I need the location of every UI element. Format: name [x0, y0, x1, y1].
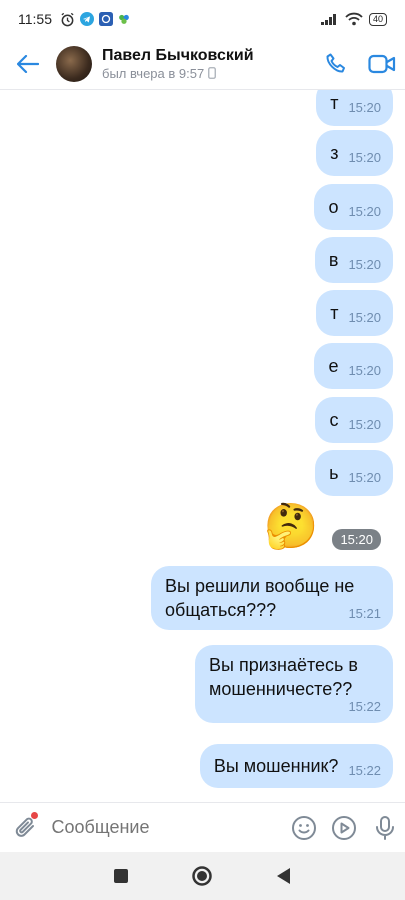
signal-icon	[320, 14, 336, 25]
message-text: Вы мошенник?	[213, 756, 339, 776]
home-button[interactable]	[182, 856, 222, 896]
message-bubble[interactable]: т 15:20	[316, 290, 393, 336]
triangle-back-icon	[277, 868, 291, 884]
message-list[interactable]: т 15:20 з 15:20 о 15:20 в 15:20 т 15:20 …	[0, 90, 405, 802]
play-circle-icon	[332, 815, 357, 840]
call-button[interactable]	[313, 38, 359, 90]
video-message-button[interactable]	[324, 803, 364, 853]
wifi-icon	[345, 12, 363, 26]
message-text: с	[329, 410, 339, 430]
message-text: т	[330, 303, 339, 323]
video-camera-icon	[368, 54, 396, 73]
status-bar: 11:55 40	[0, 0, 405, 38]
microphone-icon	[375, 815, 394, 840]
smile-icon	[291, 815, 316, 840]
message-bubble[interactable]: т 15:20	[316, 90, 393, 126]
system-nav-bar	[0, 852, 405, 900]
attach-button[interactable]	[0, 803, 52, 853]
message-bubble[interactable]: з 15:20	[316, 130, 393, 176]
message-time: 15:22	[348, 763, 381, 778]
last-seen-text: был вчера в 9:57	[102, 65, 205, 81]
app-icon	[119, 14, 129, 24]
message-time: 15:20	[348, 204, 381, 219]
message-time: 15:22	[348, 699, 381, 714]
voice-message-button[interactable]	[365, 803, 405, 853]
message-time: 15:20	[348, 100, 381, 115]
message-composer	[0, 802, 405, 852]
contact-info[interactable]: Павел Бычковский был вчера в 9:57	[102, 46, 313, 82]
telegram-icon	[80, 12, 94, 26]
emoji-message[interactable]: 🤔 15:20	[264, 502, 381, 552]
message-time: 15:20	[348, 150, 381, 165]
message-time: 15:20	[348, 417, 381, 432]
arrow-left-icon	[17, 54, 39, 73]
message-text: е	[328, 356, 339, 376]
last-seen-row: был вчера в 9:57	[102, 65, 313, 82]
mail-icon	[99, 12, 113, 26]
message-bubble[interactable]: Вы признаётесь в мошенничесте?? 15:22	[195, 645, 393, 723]
mobile-icon	[208, 67, 217, 79]
back-nav-button[interactable]	[264, 856, 304, 896]
emoji-button[interactable]	[284, 803, 324, 853]
message-text: о	[328, 197, 339, 217]
status-time: 11:55	[18, 11, 52, 27]
message-input[interactable]	[51, 817, 284, 838]
avatar[interactable]	[56, 45, 92, 82]
message-time: 15:20	[348, 470, 381, 485]
message-bubble[interactable]: с 15:20	[315, 397, 393, 443]
message-time: 15:20	[348, 363, 381, 378]
message-text: ь	[329, 463, 339, 483]
circle-icon	[192, 866, 213, 886]
contact-name: Павел Бычковский	[102, 46, 254, 64]
message-time: 15:20	[348, 257, 381, 272]
message-text: Вы признаётесь в мошенничесте??	[209, 655, 358, 699]
status-notification-icons	[60, 12, 130, 27]
message-time: 15:21	[348, 606, 381, 621]
chat-header: Павел Бычковский был вчера в 9:57	[0, 38, 405, 90]
message-text: в	[328, 250, 339, 270]
message-bubble[interactable]: в 15:20	[314, 237, 393, 283]
battery-icon: 40	[368, 12, 387, 26]
message-bubble[interactable]: Вы мошенник? 15:22	[199, 744, 393, 788]
thinking-face-emoji: 🤔	[263, 502, 319, 551]
message-time: 15:20	[348, 310, 381, 325]
message-bubble[interactable]: Вы решили вообще не общаться??? 15:21	[151, 566, 393, 630]
message-bubble[interactable]: о 15:20	[314, 184, 393, 230]
status-system-icons: 40	[320, 12, 387, 26]
message-text: з	[330, 143, 339, 163]
message-text: т	[330, 93, 339, 113]
message-bubble[interactable]: е 15:20	[314, 343, 393, 389]
message-bubble[interactable]: ь 15:20	[315, 450, 393, 496]
phone-icon	[326, 53, 345, 72]
video-call-button[interactable]	[359, 38, 405, 90]
alarm-icon	[61, 12, 74, 26]
notification-dot	[30, 811, 38, 819]
square-icon	[113, 869, 128, 883]
recents-button[interactable]	[101, 856, 141, 896]
message-time: 15:20	[332, 529, 381, 550]
back-button[interactable]	[0, 38, 56, 90]
